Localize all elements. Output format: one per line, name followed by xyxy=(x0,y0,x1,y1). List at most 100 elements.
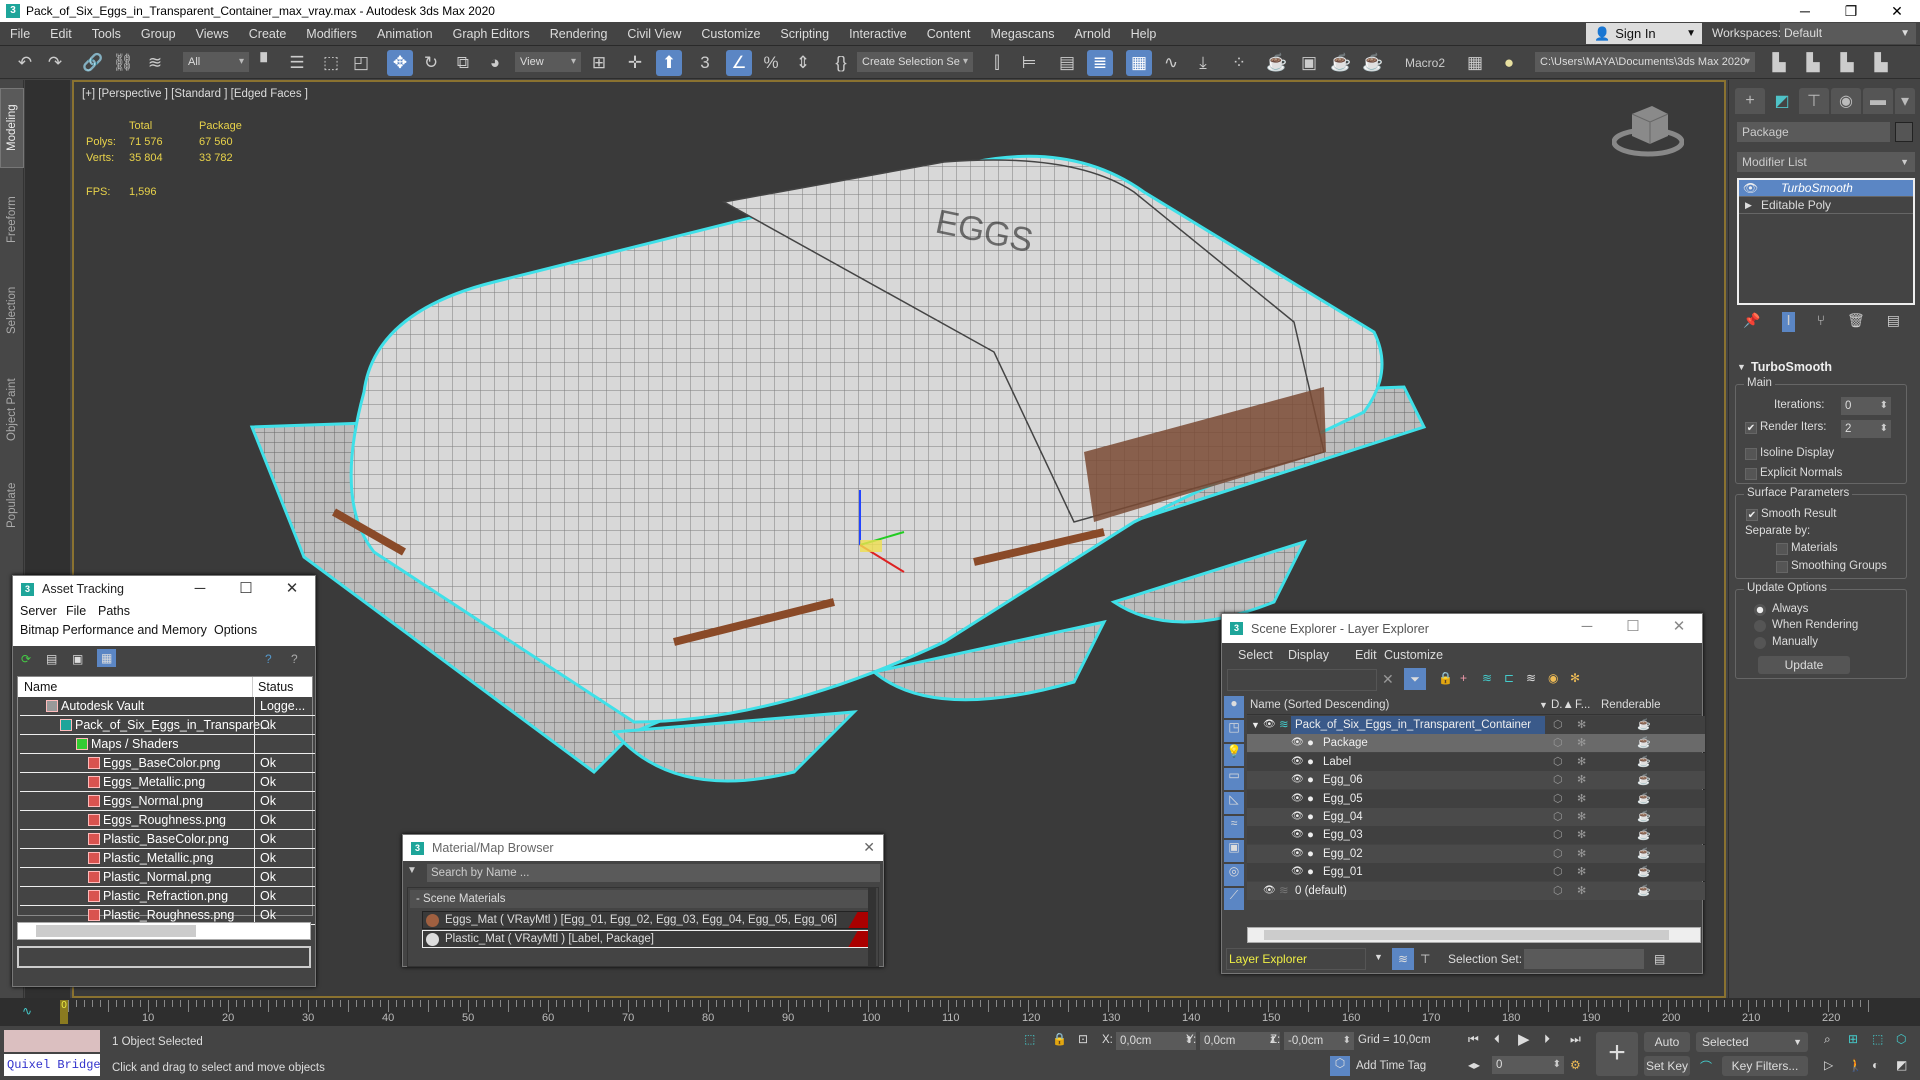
restore-button[interactable]: ❐ xyxy=(1828,0,1874,22)
display-as-box-icon[interactable]: ⬡ xyxy=(1553,845,1563,863)
sort-by-layers-icon[interactable]: ≋ xyxy=(1392,948,1414,970)
go-to-start-icon[interactable]: ⏮ xyxy=(1468,1032,1479,1047)
scene-row[interactable]: 👁 ● Egg_05 ⬡ ✻ ☕ xyxy=(1247,789,1705,808)
macro-button[interactable]: Macro2 xyxy=(1405,56,1445,70)
menu-file[interactable]: File xyxy=(66,604,86,618)
table-view-icon[interactable]: ▦ xyxy=(97,649,117,667)
default-in-out-tangents-icon[interactable]: ⌒ xyxy=(1700,1058,1712,1075)
explorer-type-dropdown[interactable]: Layer Explorer xyxy=(1226,948,1366,970)
update-manually-radio[interactable] xyxy=(1754,637,1766,649)
separate-smoothing-groups-checkbox[interactable] xyxy=(1776,561,1788,573)
renderable-teapot-icon[interactable]: ☕ xyxy=(1637,734,1651,752)
render-production-icon[interactable]: ☕ xyxy=(1328,50,1354,76)
maximize-button[interactable]: ☐ xyxy=(223,576,269,602)
display-as-box-icon[interactable]: ⬡ xyxy=(1553,863,1563,881)
scene-item-name[interactable]: Egg_01 xyxy=(1319,863,1545,881)
display-as-box-icon[interactable]: ⬡ xyxy=(1553,771,1563,789)
refresh-icon[interactable]: ⟳ xyxy=(21,652,31,666)
make-unique-icon[interactable]: ⑂ xyxy=(1817,312,1825,332)
collapse-icon[interactable]: ▼ xyxy=(1737,362,1746,372)
visibility-eye-icon[interactable]: 👁 xyxy=(1291,790,1304,808)
menu-bitmap-performance[interactable]: Bitmap Performance and Memory xyxy=(20,623,207,637)
asset-row[interactable]: Autodesk Vault Logge... xyxy=(20,697,315,716)
layers-icon[interactable]: ≋ xyxy=(1526,671,1536,685)
scene-row[interactable]: 👁 ≋ 0 (default) ⬡ ✻ ☕ xyxy=(1247,881,1705,900)
isoline-display-checkbox[interactable] xyxy=(1745,448,1757,460)
close-button[interactable]: ✕ xyxy=(1874,0,1920,22)
renderable-teapot-icon[interactable]: ☕ xyxy=(1637,808,1651,826)
play-icon[interactable]: ▶ xyxy=(1518,1030,1530,1048)
create-layer-icon[interactable]: + xyxy=(1460,671,1467,685)
project-settings-icon[interactable]: ▙ xyxy=(1766,50,1792,76)
menu-help[interactable]: Help xyxy=(1121,27,1167,41)
expand-triangle-icon[interactable]: ▶ xyxy=(1745,197,1752,214)
column-renderable[interactable]: Renderable xyxy=(1601,695,1660,715)
named-selection-dropdown[interactable]: Create Selection Se xyxy=(857,52,973,72)
renderable-teapot-icon[interactable]: ☕ xyxy=(1637,771,1651,789)
schematic-view-icon[interactable]: ⤓ xyxy=(1190,50,1216,76)
viewcube[interactable] xyxy=(1612,100,1684,158)
freeze-icon[interactable]: ✻ xyxy=(1577,808,1586,826)
pin-stack-icon[interactable]: 📌 xyxy=(1743,312,1760,332)
renderable-teapot-icon[interactable]: ☕ xyxy=(1637,716,1651,734)
walk-through-icon[interactable]: 🚶 xyxy=(1848,1058,1863,1072)
menu-select[interactable]: Select xyxy=(1238,648,1273,662)
menu-arnold[interactable]: Arnold xyxy=(1064,27,1120,41)
display-as-box-icon[interactable]: ⬡ xyxy=(1553,790,1563,808)
smooth-result-checkbox[interactable]: ✔ xyxy=(1746,509,1758,521)
menu-edit[interactable]: Edit xyxy=(1355,648,1377,662)
absolute-mode-icon[interactable]: ⊡ xyxy=(1078,1032,1088,1046)
viewport-label-menu[interactable]: [+] [Perspective ] [Standard ] [Edged Fa… xyxy=(82,88,308,100)
selection-filter-dropdown[interactable]: All xyxy=(183,52,249,72)
menu-views[interactable]: Views xyxy=(186,27,239,41)
scene-search-input[interactable] xyxy=(1227,669,1377,691)
zoom-extents-all-icon[interactable]: ⬡ xyxy=(1896,1032,1906,1046)
column-display[interactable]: D.▲ xyxy=(1551,695,1574,715)
clear-search-icon[interactable]: ✕ xyxy=(1382,671,1394,688)
asset-row[interactable]: Maps / Shaders xyxy=(20,735,315,754)
toggle-layer-explorer-icon[interactable]: ≣ xyxy=(1087,50,1113,76)
select-children-icon[interactable]: ⊏ xyxy=(1504,671,1514,685)
project-folder-icon[interactable]: ▙ xyxy=(1800,50,1826,76)
display-cameras-icon[interactable]: ▭ xyxy=(1224,768,1244,790)
menu-paths[interactable]: Paths xyxy=(98,604,130,618)
previous-frame-icon[interactable]: ⏴ xyxy=(1494,1032,1500,1047)
freeze-icon[interactable]: ✻ xyxy=(1577,845,1586,863)
keyboard-shortcut-override-icon[interactable]: ⬆ xyxy=(656,50,682,76)
key-mode-dropdown[interactable]: Selected ▼ xyxy=(1696,1032,1808,1052)
minimize-button[interactable]: ─ xyxy=(177,576,223,602)
material-browser-titlebar[interactable]: 3 Material/Map Browser ✕ xyxy=(403,835,883,861)
select-and-move-icon[interactable]: ✥ xyxy=(387,50,413,76)
visibility-eye-icon[interactable]: 👁 xyxy=(1291,734,1304,752)
bind-space-warp-icon[interactable]: ≋ xyxy=(142,50,168,76)
rendered-frame-window-icon[interactable]: ▣ xyxy=(1296,50,1322,76)
renderable-teapot-icon[interactable]: ☕ xyxy=(1637,826,1651,844)
select-and-rotate-icon[interactable]: ↻ xyxy=(418,50,444,76)
visibility-eye-icon[interactable]: 👁 xyxy=(1291,753,1304,771)
menu-display[interactable]: Display xyxy=(1288,648,1329,662)
minimize-button[interactable]: ─ xyxy=(1782,0,1828,22)
asset-row[interactable]: Eggs_BaseColor.png Ok xyxy=(20,754,315,773)
menu-group[interactable]: Group xyxy=(131,27,186,41)
z-coordinate-field[interactable]: -0,0cm xyxy=(1284,1032,1354,1050)
display-spacewarps-icon[interactable]: ≈ xyxy=(1224,816,1244,838)
motion-tab-icon[interactable]: ◉ xyxy=(1831,88,1861,114)
scene-row[interactable]: 👁 ● Egg_03 ⬡ ✻ ☕ xyxy=(1247,826,1705,845)
material-item-eggs[interactable]: Eggs_Mat ( VRayMtl ) [Egg_01, Egg_02, Eg… xyxy=(422,911,872,929)
visibility-eye-icon[interactable]: 👁 xyxy=(1263,716,1276,734)
orbit-icon[interactable]: ◐ xyxy=(1872,1058,1879,1072)
menu-create[interactable]: Create xyxy=(239,27,297,41)
isolate-selection-icon[interactable]: ⬚ xyxy=(1024,1032,1035,1046)
menu-civil-view[interactable]: Civil View xyxy=(617,27,691,41)
scene-row[interactable]: 👁 ● Egg_06 ⬡ ✻ ☕ xyxy=(1247,771,1705,790)
minimize-button[interactable]: ─ xyxy=(1564,614,1610,640)
renderable-teapot-icon[interactable]: ☕ xyxy=(1637,753,1651,771)
rectangular-selection-icon[interactable]: ⬚ xyxy=(318,50,344,76)
lock-icon[interactable]: 🔒 xyxy=(1438,671,1453,685)
set-key-button[interactable]: Set Key xyxy=(1644,1056,1690,1076)
material-sphere-icon[interactable]: ● xyxy=(1496,50,1522,76)
object-name-field[interactable]: Package xyxy=(1737,122,1890,142)
hide-layer-icon[interactable]: ◉ xyxy=(1548,671,1558,685)
render-iters-spinner[interactable]: 2 xyxy=(1841,420,1891,438)
display-as-box-icon[interactable]: ⬡ xyxy=(1553,882,1563,900)
